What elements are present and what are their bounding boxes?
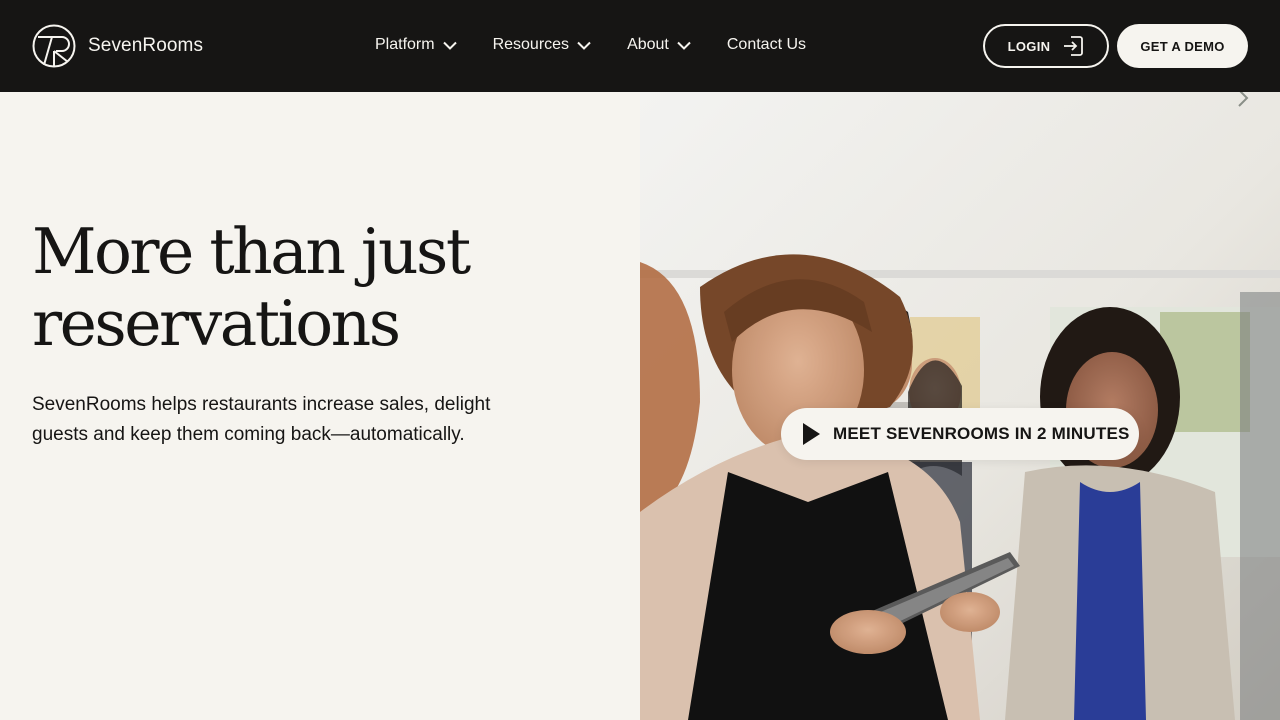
nav-item-label: Contact Us <box>726 36 807 53</box>
play-icon <box>803 423 820 445</box>
login-arrow-icon <box>1064 36 1084 56</box>
hero-text-panel: More than just reservations SevenRooms h… <box>0 92 640 720</box>
chevron-right-icon <box>1238 92 1249 107</box>
play-video-label: MEET SEVENROOMS IN 2 MINUTES <box>833 424 1130 443</box>
brand-logo-link[interactable]: SevenRooms <box>32 24 203 68</box>
login-button-label: LOGIN <box>1007 38 1051 54</box>
get-a-demo-label: GET A DEMO <box>1140 38 1225 54</box>
nav-item-contact-us[interactable]: Contact Us <box>727 33 806 57</box>
chevron-down-icon <box>677 41 691 50</box>
site-header: SevenRooms Platform Resources About Cont… <box>0 0 1280 92</box>
nav-item-about[interactable]: About <box>627 33 691 57</box>
nav-item-platform[interactable]: Platform <box>375 33 457 57</box>
hero-video-panel[interactable]: MEET SEVENROOMS IN 2 MINUTES <box>640 92 1280 720</box>
nav-item-resources[interactable]: Resources <box>493 33 591 57</box>
main-nav: Platform Resources About Contact Us <box>375 33 806 57</box>
play-video-button[interactable]: MEET SEVENROOMS IN 2 MINUTES <box>781 408 1139 460</box>
chevron-down-icon <box>577 41 591 50</box>
hero-photo <box>640 92 1280 720</box>
nav-item-label: About <box>627 36 669 53</box>
login-button[interactable]: LOGIN <box>983 24 1109 68</box>
get-a-demo-button[interactable]: GET A DEMO <box>1117 24 1248 68</box>
chevron-down-icon <box>442 41 457 50</box>
nav-item-label: Platform <box>375 36 435 53</box>
hero-title: More than just reservations <box>32 215 471 360</box>
brand-name: SevenRooms <box>88 35 204 56</box>
hero-subtitle: SevenRooms helps restaurants increase sa… <box>32 394 491 445</box>
nav-item-label: Resources <box>492 36 570 53</box>
sevenrooms-logo-icon <box>32 24 76 68</box>
